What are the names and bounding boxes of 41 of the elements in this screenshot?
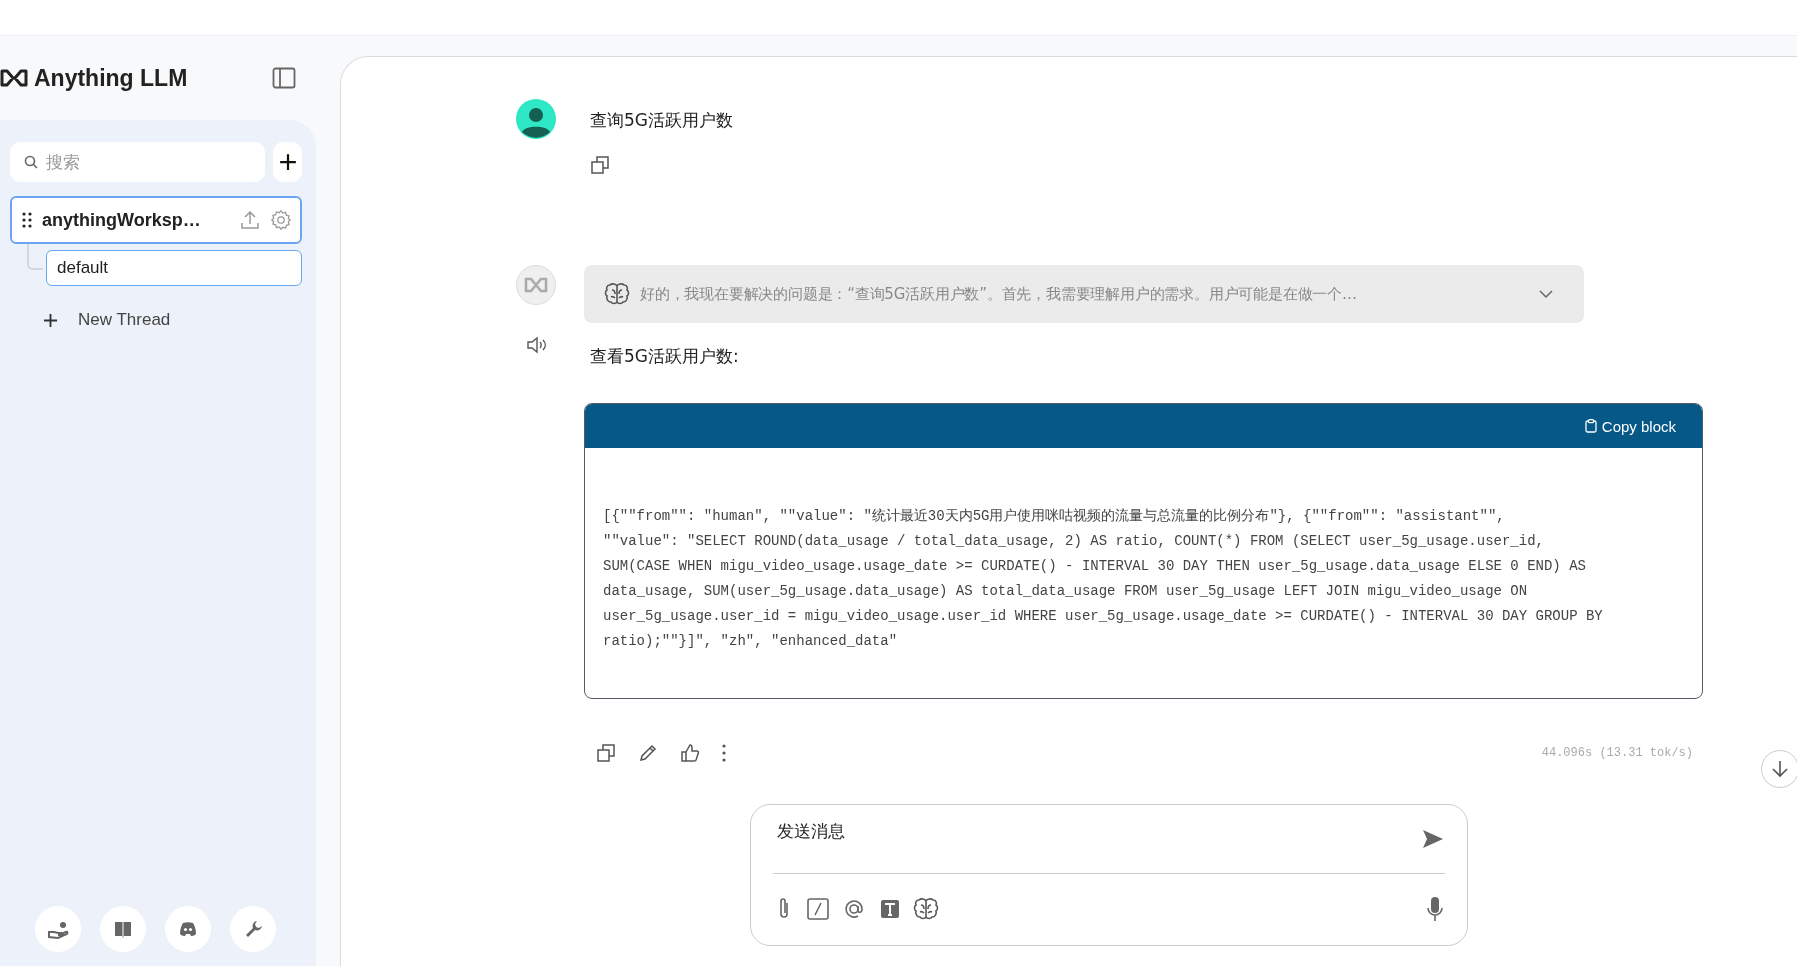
slash-command-icon[interactable] [805, 896, 831, 922]
sidebar-toggle-icon[interactable] [272, 67, 296, 89]
logo-icon [0, 68, 28, 88]
chevron-icon [1538, 289, 1554, 300]
plus-icon [278, 153, 297, 171]
copy-block-button[interactable]: Copy block [1584, 417, 1676, 435]
arrow-down-icon [1771, 759, 1789, 779]
assistant-avatar [516, 265, 556, 306]
hand-coin-icon[interactable] [35, 906, 81, 952]
drag-handle-icon[interactable] [22, 212, 32, 228]
new-workspace-button[interactable] [273, 142, 302, 182]
new-thread-button[interactable]: New Thread [36, 306, 302, 334]
user-avatar [516, 99, 556, 139]
send-icon[interactable] [1421, 828, 1445, 850]
copy-icon [590, 155, 610, 176]
book-icon[interactable] [100, 906, 146, 952]
wrench-icon[interactable] [230, 906, 276, 952]
app-name: Anything LLM [34, 64, 188, 92]
microphone-icon[interactable] [1425, 895, 1445, 923]
copy-button[interactable] [596, 743, 616, 764]
speaker-icon[interactable] [525, 335, 547, 356]
settings-icon[interactable] [270, 209, 292, 231]
message-text: 查看5G活跃用户数: [590, 345, 740, 368]
game-controller-icon[interactable] [165, 906, 211, 952]
plus-icon [42, 312, 58, 328]
more-icon[interactable] [722, 744, 726, 763]
search-field[interactable]: 搜索 [10, 142, 265, 182]
thread-item[interactable]: default [46, 250, 302, 286]
reasoning-brain-icon[interactable] [913, 897, 939, 921]
copy-icon [596, 743, 616, 764]
upload-icon[interactable] [240, 210, 260, 230]
workspace-item[interactable]: anythingWorksp… [10, 196, 302, 244]
brain-icon [604, 282, 630, 307]
tree-connector-line [27, 244, 43, 270]
message-text: 查询5G活跃用户数 [590, 109, 733, 132]
scroll-down-button[interactable] [1761, 750, 1797, 788]
thumbs-up-icon[interactable] [680, 743, 700, 764]
code-text: [{""from"": "human", ""value": "统计最近30天内5G用户使用咪咕视频的流量与总流量的比例分布"}, {""from"": "assistant"", ""value": "SELECT ROUND(data_usage / total_data_usage, 2) AS ratio, COUNT(*) FROM (SELECT user_5g_usage.user_id, SUM(CASE WHEN migu_video_usage.usage_date >= CURDATE() - INTERVAL 30 DAY THEN user_5g_usage.data_usage ELSE 0 END) AS data_usage, SUM(user_5g_usage.data_usage) AS total_data_usage FROM user_5g_usage LEFT JOIN migu_video_usage ON user_5g_usage.user_id = migu_video_usage.user_id WHERE user_5g_usage.usage_date >= CURDATE() - INTERVAL 30 DAY GROUP BY ratio);""}]", "zh", "enhanced_data" [602, 507, 1604, 652]
response-timing: 44.096s (13.31 tok/s) [1541, 746, 1693, 761]
edit-icon[interactable] [638, 743, 658, 764]
clipboard-icon [1584, 419, 1597, 434]
